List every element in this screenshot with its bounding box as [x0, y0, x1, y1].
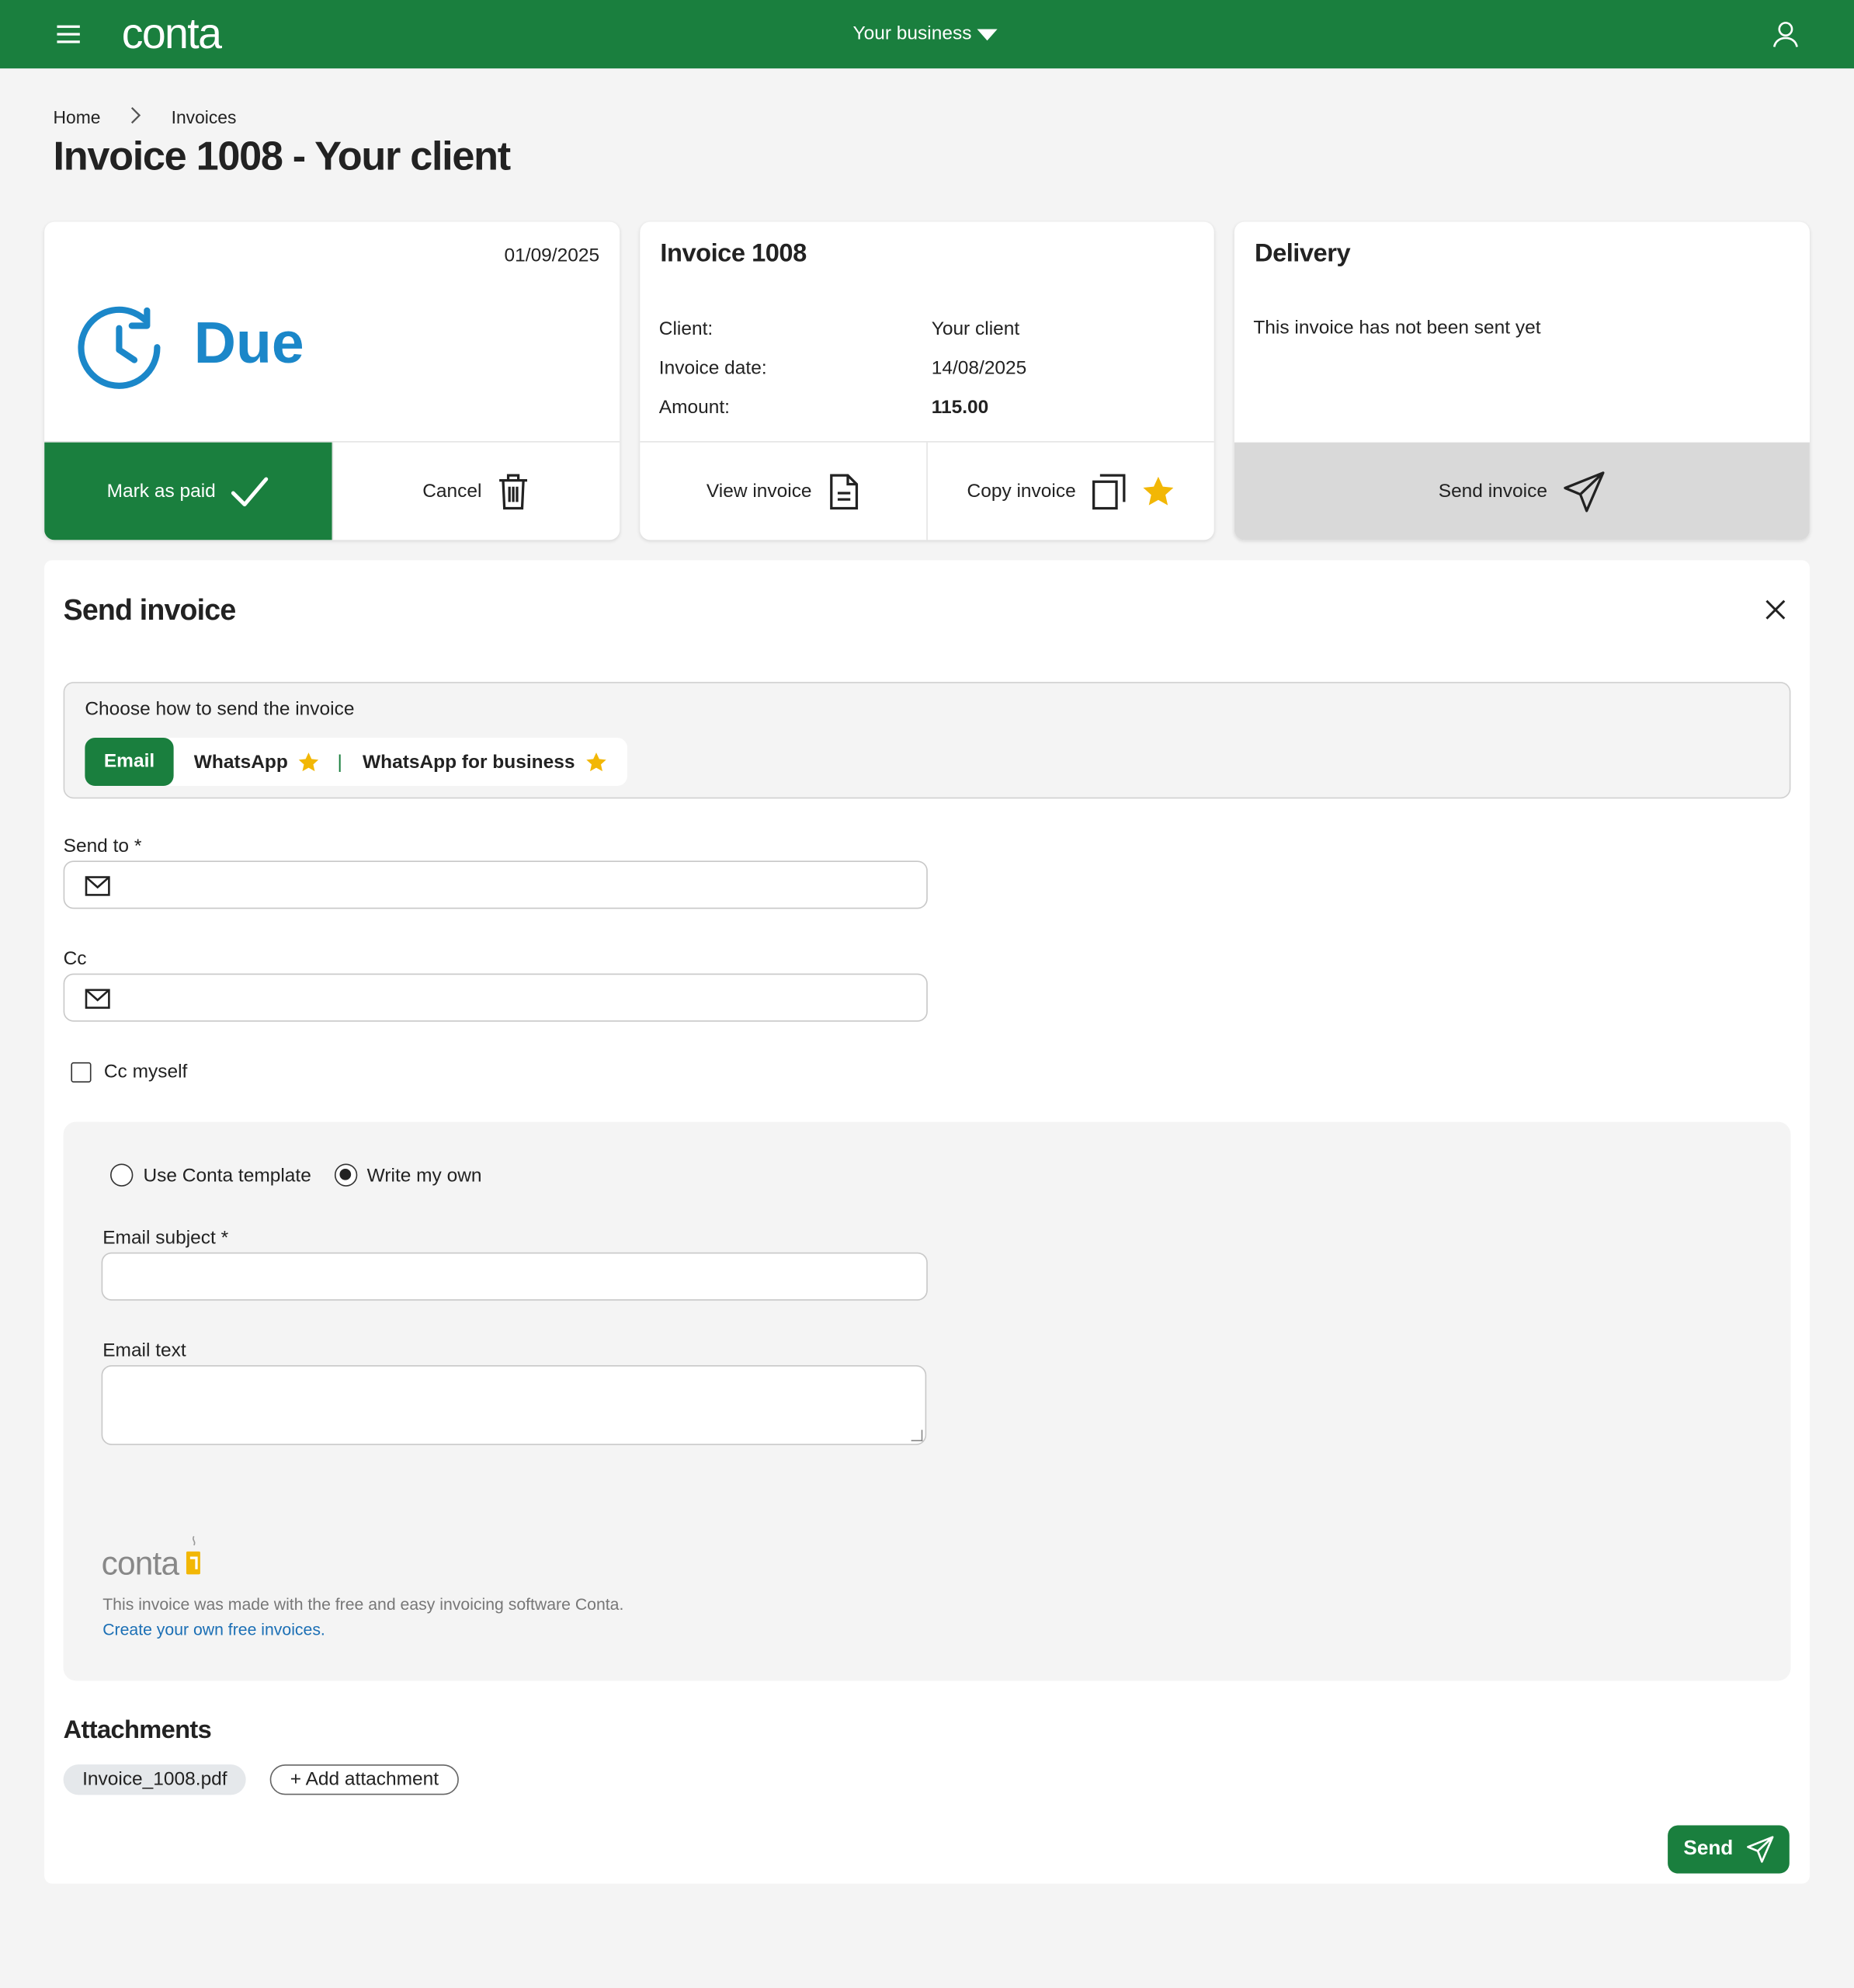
- send-invoice-button[interactable]: Send invoice: [1234, 442, 1810, 540]
- add-attachment-label: Add attachment: [305, 1768, 439, 1790]
- radio-button-selected[interactable]: [334, 1163, 357, 1187]
- email-subject-input[interactable]: [117, 1258, 909, 1297]
- send-method-box: Choose how to send the invoice Email Wha…: [63, 682, 1791, 799]
- business-selector-label: Your business: [852, 23, 972, 45]
- send-invoice-label: Send invoice: [1438, 480, 1547, 502]
- top-bar: conta Your business: [0, 0, 1854, 69]
- add-attachment-button[interactable]: + Add attachment: [269, 1764, 460, 1795]
- email-subject-label: Email subject *: [102, 1227, 229, 1249]
- send-invoice-panel: Send invoice Choose how to send the invo…: [44, 560, 1810, 1884]
- coffee-cup-icon: [186, 1535, 201, 1575]
- delivery-title: Delivery: [1254, 239, 1351, 268]
- client-label: Client:: [658, 318, 713, 340]
- cc-field[interactable]: [63, 973, 928, 1022]
- method-whatsapp-label: WhatsApp: [193, 751, 288, 773]
- copy-icon: [1092, 473, 1126, 509]
- cancel-label: Cancel: [422, 480, 482, 502]
- invoice-card: Invoice 1008 Client: Your client Invoice…: [640, 221, 1214, 540]
- checkbox-box[interactable]: [71, 1062, 92, 1083]
- paper-plane-icon: [1746, 1836, 1773, 1863]
- radio-write-own[interactable]: Write my own: [334, 1163, 482, 1187]
- method-whatsapp-business-label: WhatsApp for business: [363, 751, 575, 773]
- mark-as-paid-button[interactable]: Mark as paid: [44, 442, 332, 540]
- method-divider: |: [337, 751, 342, 773]
- radio-use-template-label: Use Conta template: [143, 1164, 311, 1187]
- radio-button[interactable]: [110, 1163, 134, 1187]
- close-icon[interactable]: [1764, 598, 1786, 620]
- mail-icon: [85, 989, 110, 1009]
- send-to-field[interactable]: [63, 860, 928, 909]
- send-method-prompt: Choose how to send the invoice: [85, 698, 355, 721]
- attachment-file-chip[interactable]: Invoice_1008.pdf: [63, 1764, 247, 1795]
- view-invoice-button[interactable]: View invoice: [640, 443, 926, 540]
- document-icon: [829, 473, 858, 509]
- check-icon: [231, 476, 269, 506]
- caret-down-icon: [976, 28, 998, 40]
- delivery-card: Delivery This invoice has not been sent …: [1234, 221, 1810, 540]
- email-text-area[interactable]: [101, 1364, 927, 1445]
- invoice-card-title: Invoice 1008: [660, 239, 807, 268]
- cc-myself-label: Cc myself: [103, 1061, 188, 1083]
- plus-icon: +: [290, 1768, 302, 1790]
- email-text-label: Email text: [102, 1340, 186, 1362]
- cc-input[interactable]: [120, 979, 911, 1018]
- paper-plane-icon: [1564, 471, 1605, 512]
- attachments-title: Attachments: [63, 1716, 212, 1745]
- email-subject-field[interactable]: [101, 1252, 928, 1301]
- mark-as-paid-label: Mark as paid: [106, 480, 216, 502]
- page-title: Invoice 1008 - Your client: [53, 133, 512, 179]
- mail-icon: [85, 876, 110, 896]
- client-value: Your client: [931, 318, 1020, 340]
- method-whatsapp[interactable]: WhatsApp: [194, 751, 320, 773]
- view-invoice-label: View invoice: [706, 480, 812, 502]
- star-icon: [585, 752, 606, 771]
- copy-invoice-button[interactable]: Copy invoice: [926, 442, 1214, 540]
- delivery-status-text: This invoice has not been sent yet: [1253, 317, 1541, 339]
- conta-footer-logo: conta: [102, 1534, 207, 1583]
- send-button-label: Send: [1683, 1837, 1734, 1860]
- status-card: 01/09/2025 Due Mark as paid Cancel: [44, 221, 620, 540]
- template-radio-group: Use Conta template Write my own: [110, 1163, 505, 1187]
- cc-label: Cc: [63, 947, 87, 970]
- footer-create-link[interactable]: Create your own free invoices.: [102, 1620, 325, 1639]
- chevron-right-icon: [131, 106, 141, 128]
- star-icon: [299, 752, 319, 771]
- invoice-date-value: 14/08/2025: [931, 357, 1027, 380]
- due-date: 01/09/2025: [504, 245, 600, 266]
- send-to-label: Send to *: [63, 835, 142, 857]
- trash-icon: [499, 473, 528, 509]
- send-button[interactable]: Send: [1668, 1825, 1790, 1874]
- amount-value: 115.00: [931, 396, 989, 419]
- star-icon: [1143, 476, 1174, 505]
- status-due: Due: [193, 309, 304, 376]
- invoice-date-label: Invoice date:: [658, 357, 767, 380]
- breadcrumb-home[interactable]: Home: [54, 107, 101, 127]
- send-method-toggle: Email WhatsApp | WhatsApp for business: [85, 737, 627, 787]
- send-to-input[interactable]: [120, 867, 911, 905]
- method-whatsapp-business[interactable]: WhatsApp for business: [363, 751, 606, 773]
- user-icon[interactable]: [1772, 20, 1800, 48]
- method-email[interactable]: Email: [85, 737, 174, 787]
- clock-refresh-icon: [78, 306, 161, 389]
- footer-made-text: This invoice was made with the free and …: [102, 1594, 624, 1614]
- email-template-section: Use Conta template Write my own Email su…: [63, 1121, 1791, 1681]
- resize-handle-icon[interactable]: [911, 1430, 923, 1441]
- menu-icon[interactable]: [56, 22, 82, 47]
- breadcrumb: Home Invoices: [54, 105, 237, 127]
- brand-logo[interactable]: conta: [122, 10, 222, 60]
- radio-write-own-label: Write my own: [366, 1164, 482, 1187]
- cancel-invoice-button[interactable]: Cancel: [331, 442, 620, 540]
- breadcrumb-invoices[interactable]: Invoices: [172, 107, 237, 127]
- radio-use-template[interactable]: Use Conta template: [110, 1163, 311, 1187]
- copy-invoice-label: Copy invoice: [967, 480, 1076, 502]
- cc-myself-checkbox[interactable]: Cc myself: [71, 1061, 187, 1083]
- send-panel-title: Send invoice: [63, 593, 237, 627]
- business-selector[interactable]: Your business: [853, 23, 998, 44]
- footer-brand: conta: [101, 1544, 180, 1583]
- amount-label: Amount:: [658, 396, 731, 419]
